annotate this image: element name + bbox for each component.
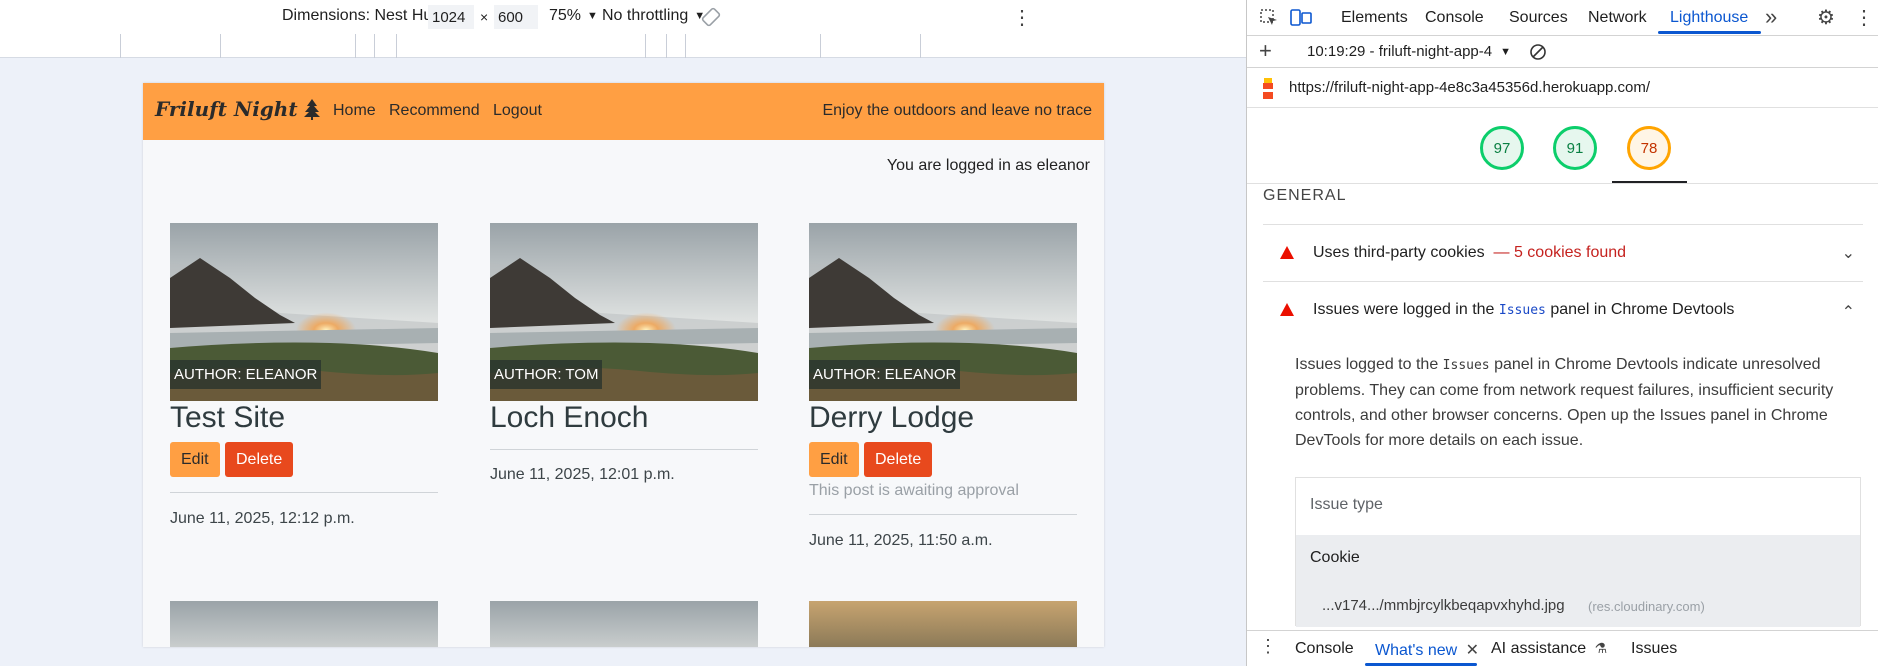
chevron-down-icon: ▼: [587, 10, 598, 22]
tab-elements[interactable]: Elements: [1341, 9, 1408, 27]
tab-network[interactable]: Network: [1588, 9, 1647, 27]
drawer-tab-console[interactable]: Console: [1295, 640, 1354, 658]
post-date: June 11, 2025, 11:50 a.m.: [809, 532, 993, 549]
divider: [170, 492, 438, 493]
tab-sources[interactable]: Sources: [1509, 9, 1568, 27]
lighthouse-logo-icon: [1263, 78, 1273, 99]
report-select[interactable]: 10:19:29 - friluft-night-app-4 ▼: [1307, 43, 1511, 60]
clear-block-icon[interactable]: [1529, 43, 1547, 61]
settings-gear-icon[interactable]: ⚙: [1817, 5, 1835, 30]
warning-triangle-icon: [1280, 303, 1294, 316]
new-report-plus-icon[interactable]: +: [1259, 38, 1272, 64]
issue-type-cell: Cookie: [1310, 549, 1360, 566]
lighthouse-toolbar: + 10:19:29 - friluft-night-app-4 ▼: [1247, 36, 1878, 68]
post-image[interactable]: [490, 601, 758, 647]
active-gauge-indicator: [1612, 181, 1687, 183]
audit-issues-logged[interactable]: Issues were logged in the Issues panel i…: [1263, 281, 1863, 338]
tab-lighthouse[interactable]: Lighthouse: [1670, 9, 1748, 27]
site-tagline: Enjoy the outdoors and leave no trace: [822, 102, 1092, 119]
report-url-bar: https://friluft-night-app-4e8c3a45356d.h…: [1247, 68, 1878, 108]
devtools-tabbar: Elements Console Sources Network Lightho…: [1247, 0, 1878, 36]
score-gauge-performance[interactable]: 97: [1480, 126, 1524, 170]
tab-console[interactable]: Console: [1425, 9, 1484, 27]
issue-host: (res.cloudinary.com): [1588, 599, 1705, 614]
author-badge: AUTHOR: TOM: [490, 360, 603, 389]
emulated-viewport: Friluft Night Home Recommend Logout Enjo…: [143, 83, 1104, 647]
issue-url-link[interactable]: ...v174.../mmbjrcylkbeqapvxhyhd.jpg: [1322, 597, 1565, 614]
rotate-icon[interactable]: [700, 6, 722, 28]
post-image[interactable]: [170, 601, 438, 647]
more-options-icon[interactable]: ⋮: [1854, 5, 1874, 30]
throttling-label: No throttling: [602, 7, 689, 24]
audit-title: Issues were logged in the Issues panel i…: [1313, 301, 1735, 318]
score-gauge-best-practices[interactable]: 78: [1627, 126, 1671, 170]
drawer-tab-issues[interactable]: Issues: [1631, 640, 1677, 658]
audit-third-party-cookies[interactable]: Uses third-party cookies — 5 cookies fou…: [1263, 224, 1863, 281]
site-brand[interactable]: Friluft Night: [155, 97, 320, 121]
post-card[interactable]: AUTHOR: ELEANOR Test Site Edit Delete Ju…: [170, 223, 438, 543]
height-input[interactable]: [494, 5, 538, 29]
flask-icon: ⚗: [1594, 640, 1608, 656]
drawer-tab-ai-assistance[interactable]: AI assistance ⚗: [1491, 640, 1607, 658]
chevron-down-icon: ▼: [1500, 45, 1511, 58]
devtools-panel: Elements Console Sources Network Lightho…: [1246, 0, 1878, 666]
post-date: June 11, 2025, 12:12 p.m.: [170, 510, 355, 527]
width-input[interactable]: [428, 5, 474, 29]
more-tabs-icon[interactable]: »: [1765, 4, 1777, 30]
zoom-select[interactable]: 75% ▼: [549, 7, 598, 25]
post-card[interactable]: AUTHOR: ELEANOR Derry Lodge Edit Delete …: [809, 223, 1077, 553]
post-title[interactable]: Loch Enoch: [490, 401, 648, 435]
score-gauges: 97 91 78: [1247, 108, 1878, 184]
brand-text: Friluft Night: [155, 97, 298, 121]
post-title[interactable]: Test Site: [170, 401, 285, 435]
active-tab-indicator: [1658, 31, 1761, 34]
delete-button[interactable]: Delete: [864, 442, 933, 477]
warning-triangle-icon: [1280, 246, 1294, 259]
times-sign: ×: [480, 9, 489, 25]
issue-table-header: Issue type: [1296, 478, 1860, 535]
inspect-element-icon[interactable]: [1259, 8, 1279, 28]
device-toolbar-icon[interactable]: [1290, 8, 1312, 28]
author-badge: AUTHOR: ELEANOR: [809, 360, 961, 389]
edit-button[interactable]: Edit: [809, 442, 859, 477]
nav-logout[interactable]: Logout: [493, 102, 542, 120]
post-image[interactable]: [809, 601, 1077, 647]
nav-home[interactable]: Home: [333, 102, 376, 120]
audit-description: Issues logged to the Issues panel in Chr…: [1295, 356, 1834, 449]
throttling-select[interactable]: No throttling ▼: [602, 7, 705, 25]
issue-table-row: Cookie ...v174.../mmbjrcylkbeqapvxhyhd.j…: [1296, 535, 1860, 627]
login-status: You are logged in as eleanor: [886, 157, 1090, 174]
drawer-tab-whats-new[interactable]: What's new ✕: [1375, 640, 1479, 660]
emulation-toolbar: Dimensions: Nest Hub ▼ × 75% ▼ No thrott…: [0, 0, 1246, 34]
report-label: 10:19:29 - friluft-night-app-4: [1307, 43, 1493, 60]
zoom-label: 75%: [549, 7, 582, 24]
device-emulation-area: Dimensions: Nest Hub ▼ × 75% ▼ No thrott…: [0, 0, 1246, 666]
chevron-up-icon[interactable]: ⌃: [1842, 302, 1855, 322]
close-icon[interactable]: ✕: [1466, 642, 1479, 659]
tree-icon: [303, 99, 320, 120]
issue-table: Issue type Cookie ...v174.../mmbjrcylkbe…: [1295, 477, 1861, 627]
drawer-menu-icon[interactable]: ⋮: [1259, 636, 1277, 657]
more-options-icon[interactable]: ⋮: [1012, 5, 1032, 30]
divider: [490, 449, 758, 450]
post-card[interactable]: AUTHOR: TOM Loch Enoch June 11, 2025, 12…: [490, 223, 758, 543]
site-navbar: Friluft Night Home Recommend Logout Enjo…: [143, 83, 1104, 140]
chevron-down-icon[interactable]: ⌄: [1842, 243, 1855, 263]
audit-title: Uses third-party cookies — 5 cookies fou…: [1313, 244, 1627, 261]
post-date: June 11, 2025, 12:01 p.m.: [490, 466, 675, 483]
score-gauge-accessibility[interactable]: 91: [1553, 126, 1597, 170]
post-title[interactable]: Derry Lodge: [809, 401, 974, 435]
delete-button[interactable]: Delete: [225, 442, 294, 477]
report-url[interactable]: https://friluft-night-app-4e8c3a45356d.h…: [1289, 79, 1650, 96]
nav-recommend[interactable]: Recommend: [389, 102, 480, 120]
column-header: Issue type: [1310, 496, 1383, 513]
author-badge: AUTHOR: ELEANOR: [170, 360, 322, 389]
media-query-bar[interactable]: [0, 34, 1246, 58]
devtools-drawer-bar: ⋮ Console What's new ✕ AI assistance ⚗ I…: [1247, 630, 1878, 666]
divider: [809, 514, 1077, 515]
approval-pending-note: This post is awaiting approval: [809, 482, 1019, 499]
device-label: Dimensions: Nest Hub: [282, 7, 442, 24]
edit-button[interactable]: Edit: [170, 442, 220, 477]
section-title: GENERAL: [1263, 187, 1347, 204]
